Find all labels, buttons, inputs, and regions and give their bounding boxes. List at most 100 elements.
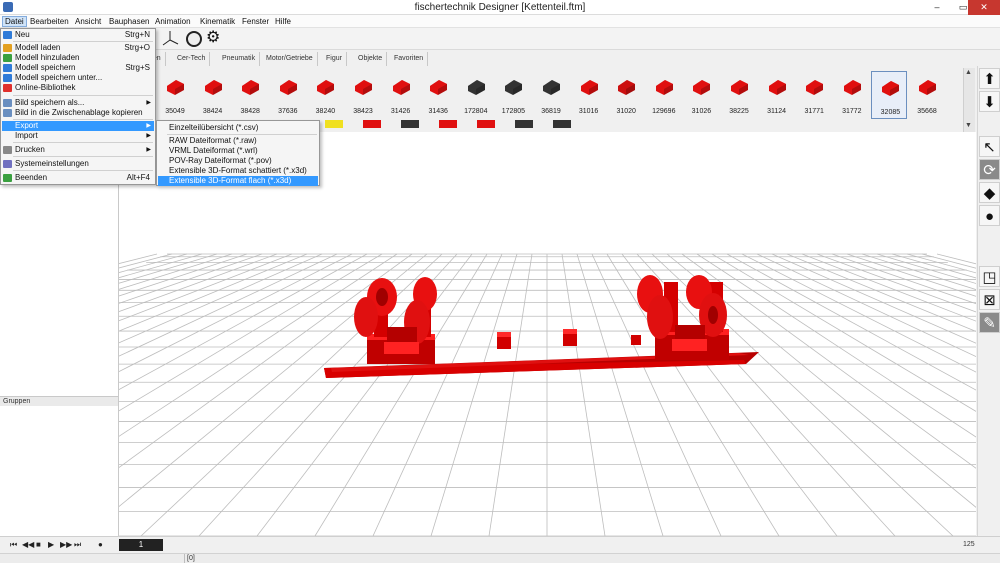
submenu-arrow-icon: ▶ — [146, 100, 151, 106]
part-32085[interactable]: 32085 — [871, 71, 908, 119]
menu-fenster[interactable]: Fenster — [240, 16, 271, 27]
part-38225[interactable]: 38225 — [721, 71, 757, 119]
file-menu-item-import[interactable]: Import ▶ — [2, 131, 154, 141]
menu-ansicht[interactable]: Ansicht — [73, 16, 103, 27]
part-row2-thumbnail[interactable] — [515, 120, 533, 128]
tab-objekte[interactable]: Objekte — [354, 52, 388, 66]
part-row2-thumbnail[interactable] — [363, 120, 381, 128]
gear-icon[interactable]: ⚙ — [206, 29, 220, 47]
file-menu-item-modell-hinzuladen[interactable]: Modell hinzuladen — [2, 53, 154, 63]
export-submenu-item[interactable]: VRML Dateiformat (*.wrl) — [158, 146, 318, 156]
first-frame-icon[interactable]: ⏮ — [10, 540, 17, 550]
part-31426[interactable]: 31426 — [383, 71, 419, 119]
menu-bearbeiten[interactable]: Bearbeiten — [28, 16, 71, 27]
file-menu-item-bild-in-die-zwischenablage-kopieren[interactable]: Bild in die Zwischenablage kopieren — [2, 108, 154, 118]
menu-bauphasen[interactable]: Bauphasen — [107, 16, 151, 27]
part-129696[interactable]: 129696 — [646, 71, 682, 119]
file-menu-item-drucken[interactable]: Drucken ▶ — [2, 145, 154, 155]
part-31772[interactable]: 31772 — [834, 71, 870, 119]
file-menu-item-beenden[interactable]: Beenden Alt+F4 — [2, 173, 154, 183]
circle-icon[interactable] — [186, 31, 202, 47]
part-38240[interactable]: 38240 — [307, 71, 343, 119]
rewind-icon[interactable]: ◀◀ — [22, 540, 34, 549]
part-35049[interactable]: 35049 — [157, 71, 193, 119]
part-31771[interactable]: 31771 — [796, 71, 832, 119]
menu-datei[interactable]: Datei — [2, 16, 27, 27]
part-38424[interactable]: 38424 — [195, 71, 231, 119]
play-icon[interactable]: ▶ — [48, 540, 54, 549]
menu-hilfe[interactable]: Hilfe — [273, 16, 293, 27]
stop-icon[interactable]: ■ — [36, 540, 41, 549]
record-icon[interactable]: ● — [98, 540, 103, 549]
part-172805[interactable]: 172805 — [495, 71, 531, 119]
timeline-current-frame[interactable]: 1 — [119, 539, 163, 551]
minimize-button[interactable]: – — [924, 0, 950, 15]
part-thumbnail — [202, 74, 224, 96]
scene[interactable] — [119, 132, 976, 536]
part-38428[interactable]: 38428 — [232, 71, 268, 119]
tab-pneumatik[interactable]: Pneumatik — [218, 52, 261, 66]
part-31016[interactable]: 31016 — [571, 71, 607, 119]
menu-kinematik[interactable]: Kinematik — [198, 16, 237, 27]
part-35668[interactable]: 35668 — [909, 71, 945, 119]
file-menu-item-modell-laden[interactable]: Modell laden Strg+O — [2, 43, 154, 53]
menu-separator — [13, 170, 153, 171]
menu-item-shortcut: Strg+S — [125, 63, 150, 72]
file-menu-item-export[interactable]: Export ▶ — [2, 121, 154, 131]
part-31124[interactable]: 31124 — [759, 71, 795, 119]
file-menu-item-modell-speichern-unter[interactable]: Modell speichern unter... — [2, 73, 154, 83]
menu-item-shortcut: Strg+N — [124, 30, 150, 39]
tab-motor-getriebe[interactable]: Motor/Getriebe — [262, 52, 318, 66]
down-arrow-icon[interactable]: ⬇ — [979, 91, 1000, 112]
export-submenu-item[interactable]: Extensible 3D-Format flach (*.x3d) — [158, 176, 318, 186]
part-row2-thumbnail[interactable] — [439, 120, 457, 128]
part-thumbnail — [578, 74, 600, 96]
part-row2-thumbnail[interactable] — [401, 120, 419, 128]
last-frame-icon[interactable]: ⏭ — [74, 540, 81, 550]
fast-forward-icon[interactable]: ▶▶ — [60, 540, 72, 549]
export-submenu-item[interactable]: Extensible 3D-Format schattiert (*.x3d) — [158, 166, 318, 176]
edit-group-icon[interactable]: ✎ — [979, 312, 1000, 333]
close-button[interactable]: ✕ — [968, 0, 1000, 15]
part-label: 31426 — [390, 108, 411, 115]
up-arrow-icon[interactable]: ⬆ — [979, 68, 1000, 89]
file-menu-item-neu[interactable]: Neu Strg+N — [2, 30, 154, 40]
export-submenu-item[interactable]: Einzelteilübersicht (*.csv) — [158, 123, 318, 133]
export-submenu-item[interactable]: RAW Dateiformat (*.raw) — [158, 136, 318, 146]
file-menu-item-bild-speichern-als[interactable]: Bild speichern als... ▶ — [2, 98, 154, 108]
part-31020[interactable]: 31020 — [608, 71, 644, 119]
part-36819[interactable]: 36819 — [533, 71, 569, 119]
pointer-icon[interactable]: ↖ — [979, 136, 1000, 157]
part-31026[interactable]: 31026 — [683, 71, 719, 119]
part-label: 37636 — [278, 108, 298, 115]
part-row2-thumbnail[interactable] — [325, 120, 343, 128]
file-menu-item-systemeinstellungen[interactable]: Systemeinstellungen — [2, 159, 154, 169]
part-38423[interactable]: 38423 — [345, 71, 381, 119]
menu-item-label: Modell speichern unter... — [15, 73, 103, 82]
export-submenu-item[interactable]: POV-Ray Dateiformat (*.pov) — [158, 156, 318, 166]
paint-drop-icon[interactable]: ● — [979, 205, 1000, 226]
submenu-arrow-icon: ▶ — [146, 123, 151, 129]
new-group-icon[interactable]: ◳ — [979, 266, 1000, 287]
delete-group-icon[interactable]: ⊠ — [979, 289, 1000, 310]
palette-scrollbar[interactable]: ▲ ▼ — [963, 68, 975, 132]
menu-item-icon — [3, 174, 12, 182]
tab-figur[interactable]: Figur — [322, 52, 347, 66]
part-row2-thumbnail[interactable] — [553, 120, 571, 128]
part-37636[interactable]: 37636 — [270, 71, 306, 119]
file-menu-item-online-bibliothek[interactable]: Online-Bibliothek — [2, 83, 154, 93]
part-172804[interactable]: 172804 — [458, 71, 494, 119]
menu-animation[interactable]: Animation — [153, 16, 193, 27]
tab-favoriten[interactable]: Favoriten — [390, 52, 429, 66]
rotate-icon[interactable]: ⟳ — [979, 159, 1000, 180]
part-31436[interactable]: 31436 — [420, 71, 456, 119]
tab-cer-tech[interactable]: Cer-Tech — [173, 52, 211, 66]
part-thumbnail — [465, 74, 487, 96]
eraser-icon[interactable]: ◆ — [979, 182, 1000, 203]
3d-viewport[interactable] — [119, 132, 976, 536]
axis-icon[interactable] — [160, 30, 180, 48]
menu-item-label: Bild speichern als... — [15, 98, 85, 107]
part-row2-thumbnail[interactable] — [477, 120, 495, 128]
menu-item-label: Modell laden — [15, 43, 61, 52]
file-menu-item-modell-speichern[interactable]: Modell speichern Strg+S — [2, 63, 154, 73]
